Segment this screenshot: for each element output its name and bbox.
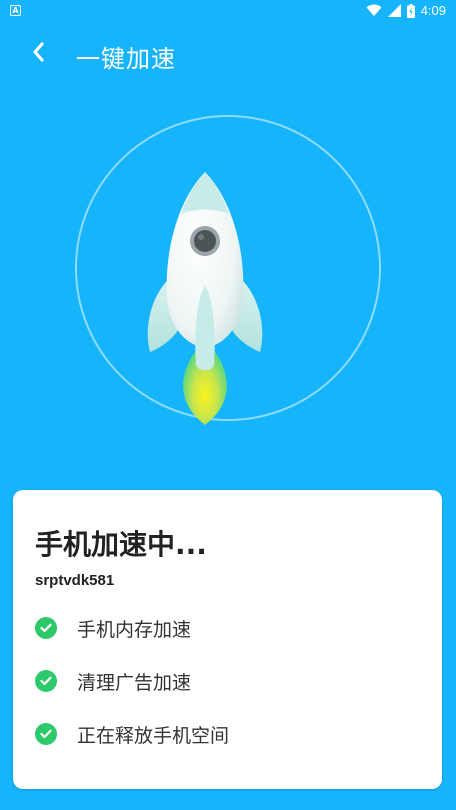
battery-charging-icon (406, 3, 415, 18)
task-label: 正在释放手机空间 (77, 724, 230, 747)
boost-animation (0, 100, 456, 460)
task-item-memory: 手机内存加速 (35, 614, 191, 642)
a-notification-icon: A (10, 5, 21, 16)
task-item-space: 正在释放手机空间 (35, 720, 229, 748)
task-item-ads: 清理广告加速 (35, 667, 191, 695)
check-circle-icon (35, 723, 57, 745)
back-button[interactable] (22, 36, 54, 68)
wifi-icon (366, 4, 382, 16)
boost-status-subtitle: srptvdk581 (35, 572, 115, 589)
status-bar: A 4:09 (0, 0, 456, 24)
page-title: 一键加速 (76, 45, 176, 73)
app-bar: 一键加速 (0, 24, 456, 86)
boost-status-title: 手机加速中... (35, 528, 207, 561)
status-icons: 4:09 (366, 3, 446, 18)
task-label: 手机内存加速 (77, 618, 192, 641)
boost-status-card: 手机加速中... srptvdk581 手机内存加速 清理广告加速 正在释放手机… (13, 490, 442, 789)
rocket-icon (147, 172, 263, 425)
check-circle-icon (35, 617, 57, 639)
chevron-left-icon (33, 42, 44, 62)
status-time: 4:09 (420, 3, 446, 18)
check-circle-icon (35, 670, 57, 692)
task-label: 清理广告加速 (77, 671, 192, 694)
signal-icon (387, 4, 401, 17)
